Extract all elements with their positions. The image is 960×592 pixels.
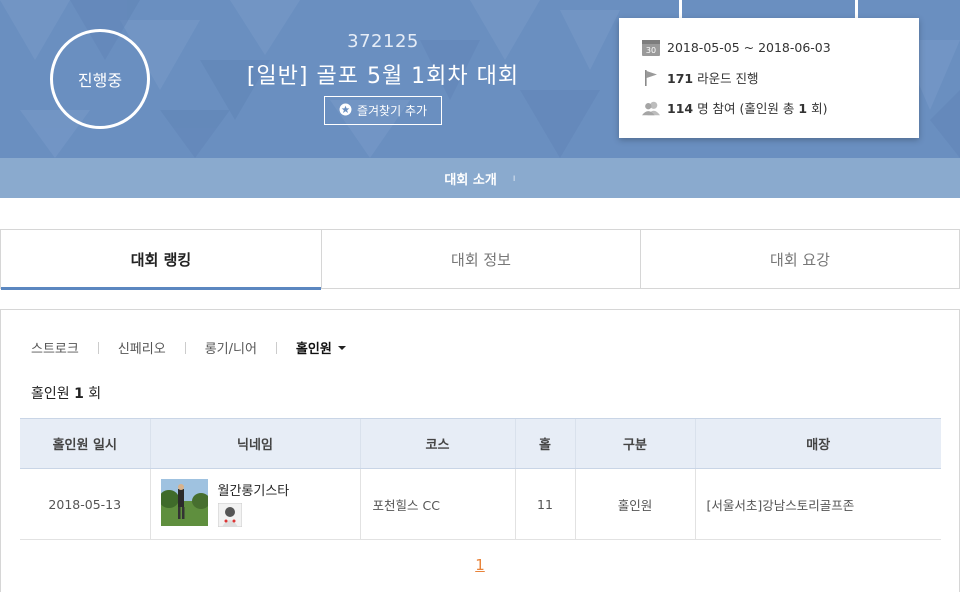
cell-nickname: 월간롱기스타 [149, 468, 360, 540]
date-range: 2018-05-05 ~ 2018-06-03 [667, 39, 831, 55]
users-icon [642, 99, 660, 117]
contest-title: [일반] 골포 5월 1회차 대회 [246, 64, 520, 89]
contest-id: 372125 [347, 31, 419, 52]
hole-in-one-summary: 홀인원 1 회 [31, 383, 101, 403]
subtab-divider [275, 341, 277, 354]
column-header-nickname: 닉네임 [149, 418, 360, 469]
hole-in-one-table: 홀인원 일시 닉네임 코스 홀 구분 매장 2018-05-13 월간롱기스타 … [20, 418, 941, 540]
level-badge-icon [217, 502, 290, 530]
caret-down-icon [337, 345, 346, 350]
subtab-divider [97, 341, 99, 354]
subtab-stroke[interactable]: 스트로크 [31, 338, 79, 357]
calendar-icon: 30 [642, 38, 660, 56]
participants-row: 114 명 참여 (홀인원 총 1 회) [642, 98, 827, 117]
contest-info-card: 30 2018-05-05 ~ 2018-06-03 171 라운드 진행 11… [619, 18, 919, 138]
flag-icon [642, 69, 660, 87]
rounds-text: 라운드 진행 [697, 71, 759, 86]
cell-course: 포천힐스 CC [359, 468, 515, 540]
page-link-1[interactable]: 1 [475, 556, 485, 574]
subtab-hole-in-one[interactable]: 홀인원 [296, 338, 346, 357]
date-range-row: 30 2018-05-05 ~ 2018-06-03 [642, 38, 831, 56]
table-row[interactable]: 2018-05-13 월간롱기스타 포천힐스 CC 11 홀인원 [서울서초]강… [20, 468, 941, 540]
cell-date: 2018-05-13 [20, 468, 150, 540]
avatar[interactable] [160, 478, 208, 526]
column-header-store: 매장 [694, 418, 941, 469]
ranking-type-tabs: 스트로크 신페리오 롱기/니어 홀인원 [31, 338, 346, 357]
hole-in-one-suffix: 회) [811, 101, 828, 116]
pagination: 1 [0, 556, 960, 574]
contest-intro-bar[interactable]: 대회 소개 ı [0, 158, 960, 198]
intro-separator: ı [512, 172, 516, 184]
card-hanger-right [855, 0, 858, 18]
subtab-longest-nearest[interactable]: 롱기/니어 [205, 338, 257, 357]
tab-contest-info[interactable]: 대회 정보 [321, 230, 640, 289]
card-hanger-left [679, 0, 682, 18]
table-header-row: 홀인원 일시 닉네임 코스 홀 구분 매장 [20, 418, 941, 469]
column-header-course: 코스 [359, 418, 515, 469]
star-icon [339, 103, 352, 119]
summary-unit: 회 [88, 386, 102, 402]
rounds-count: 171 [667, 71, 694, 86]
participants-text: 명 참여 (홀인원 총 [697, 101, 795, 116]
cell-hole: 11 [514, 468, 575, 540]
contest-intro-link[interactable]: 대회 소개 [444, 169, 496, 188]
tab-contest-ranking[interactable]: 대회 랭킹 [0, 230, 321, 290]
add-favorite-button[interactable]: 즐겨찾기 추가 [324, 96, 442, 125]
tab-contest-rules[interactable]: 대회 요강 [640, 230, 960, 289]
cell-store: [서울서초]강남스토리골프존 [694, 468, 941, 540]
subtab-new-perio[interactable]: 신페리오 [118, 338, 166, 357]
nickname[interactable]: 월간롱기스타 [218, 480, 290, 499]
column-header-type: 구분 [574, 418, 695, 469]
subtab-hole-in-one-label: 홀인원 [295, 342, 332, 357]
svg-text:30: 30 [646, 46, 656, 55]
participants-count: 114 [667, 101, 694, 116]
add-favorite-label: 즐겨찾기 추가 [356, 104, 428, 118]
hole-in-one-total: 1 [798, 101, 808, 116]
summary-count: 1 [74, 386, 84, 402]
rounds-row: 171 라운드 진행 [642, 68, 759, 87]
cell-type: 홀인원 [574, 468, 695, 540]
column-header-hole: 홀 [514, 418, 575, 469]
column-header-date: 홀인원 일시 [20, 418, 150, 469]
contest-tabs: 대회 랭킹 대회 정보 대회 요강 [0, 229, 960, 290]
ranking-panel: 스트로크 신페리오 롱기/니어 홀인원 홀인원 1 회 홀인원 일시 닉네임 코… [0, 309, 960, 592]
summary-label: 홀인원 [31, 386, 70, 402]
status-badge: 진행중 [50, 29, 150, 129]
subtab-divider [184, 341, 186, 354]
